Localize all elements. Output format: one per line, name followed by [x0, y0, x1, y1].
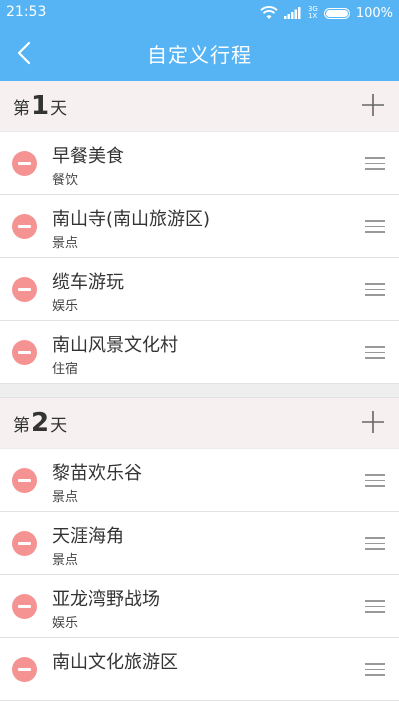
day-label: 第 2 天 — [13, 408, 68, 438]
remove-icon[interactable] — [12, 151, 37, 176]
drag-handle-icon[interactable] — [365, 346, 385, 359]
item-name: 黎苗欢乐谷 — [52, 463, 142, 484]
remove-icon[interactable] — [12, 531, 37, 556]
list-item[interactable]: 天涯海角 景点 — [0, 512, 399, 575]
item-category: 景点 — [52, 553, 79, 568]
item-category: 景点 — [52, 236, 79, 251]
battery-icon — [323, 7, 350, 19]
remove-icon[interactable] — [12, 214, 37, 239]
day-header-1: 第 1 天 — [0, 81, 399, 132]
battery-level: 100% — [355, 5, 393, 21]
list-item[interactable]: 早餐美食 餐饮 — [0, 132, 399, 195]
remove-icon[interactable] — [12, 657, 37, 682]
item-category: 住宿 — [52, 362, 79, 377]
item-category: 景点 — [52, 490, 79, 505]
page-title: 自定义行程 — [147, 43, 252, 67]
remove-icon[interactable] — [12, 594, 37, 619]
wifi-icon — [260, 6, 278, 19]
status-indicators: 3G 1X 100% — [260, 4, 393, 22]
list-item[interactable]: 南山寺(南山旅游区) 景点 — [0, 195, 399, 258]
list-item[interactable]: 黎苗欢乐谷 景点 — [0, 449, 399, 512]
item-name: 亚龙湾野战场 — [52, 589, 160, 610]
remove-icon[interactable] — [12, 277, 37, 302]
item-name: 缆车游玩 — [52, 272, 124, 293]
list-item[interactable]: 亚龙湾野战场 娱乐 — [0, 575, 399, 638]
status-bar: 21:53 3G 1X 100% — [0, 0, 399, 26]
day-label: 第 1 天 — [13, 91, 68, 121]
status-time: 21:53 — [6, 4, 47, 20]
add-item-button[interactable] — [361, 93, 385, 117]
day-header-2: 第 2 天 — [0, 398, 399, 449]
drag-handle-icon[interactable] — [365, 537, 385, 550]
itinerary-list: 第 1 天 早餐美食 餐饮 南山寺(南山旅游区) 景点 缆车游玩 娱乐 南山风景… — [0, 81, 399, 701]
drag-handle-icon[interactable] — [365, 474, 385, 487]
signal-icon — [283, 7, 301, 19]
drag-handle-icon[interactable] — [365, 663, 385, 676]
list-item[interactable]: 南山风景文化村 住宿 — [0, 321, 399, 384]
drag-handle-icon[interactable] — [365, 600, 385, 613]
item-name: 南山风景文化村 — [52, 335, 178, 356]
item-name: 南山寺(南山旅游区) — [52, 209, 211, 230]
network-type: 3G 1X — [307, 5, 318, 20]
app-bar: 自定义行程 — [0, 26, 399, 81]
item-category: 娱乐 — [52, 299, 79, 314]
drag-handle-icon[interactable] — [365, 220, 385, 233]
section-divider — [0, 384, 399, 398]
item-name: 天涯海角 — [52, 526, 124, 547]
list-item[interactable]: 南山文化旅游区 — [0, 638, 399, 701]
add-item-button[interactable] — [361, 410, 385, 434]
drag-handle-icon[interactable] — [365, 157, 385, 170]
item-name: 早餐美食 — [52, 146, 124, 167]
item-category: 餐饮 — [52, 173, 79, 188]
remove-icon[interactable] — [12, 468, 37, 493]
item-category: 娱乐 — [52, 616, 79, 631]
remove-icon[interactable] — [12, 340, 37, 365]
list-item[interactable]: 缆车游玩 娱乐 — [0, 258, 399, 321]
drag-handle-icon[interactable] — [365, 283, 385, 296]
